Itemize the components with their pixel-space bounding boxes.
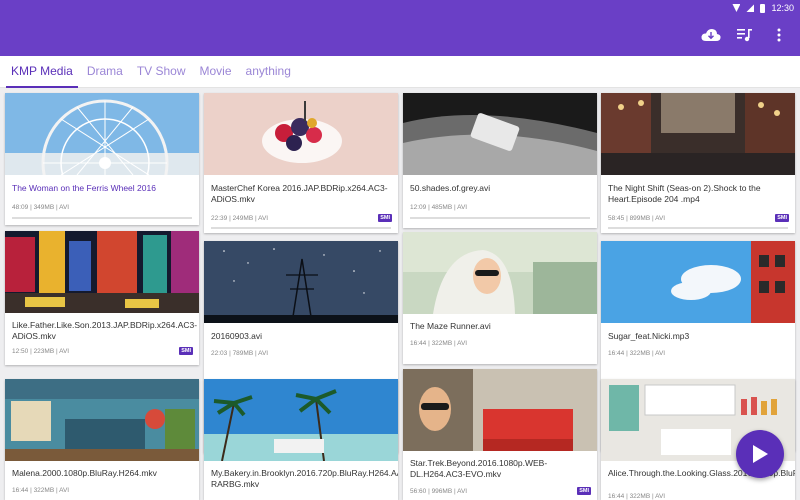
thumbnail-cafe <box>5 379 199 461</box>
app-bar <box>0 16 800 56</box>
wifi-icon <box>732 4 741 12</box>
thumbnail-woman-chair <box>403 369 597 451</box>
card-meta: 12:50 | 223MB | AVI <box>12 348 70 355</box>
media-card[interactable]: The Maze Runner.avi 16:44 | 322MB | AVI <box>403 232 597 364</box>
playlist-button[interactable] <box>734 24 756 46</box>
card-meta: 48:09 | 349MB | AVI <box>12 204 70 211</box>
thumbnail-ferris-wheel <box>5 93 199 175</box>
card-title: MasterChef Korea 2016.JAP.BDRip.x264.AC3… <box>211 183 388 204</box>
cloud-download-button[interactable] <box>700 24 722 46</box>
subtitle-badge: SMI <box>179 347 193 355</box>
card-meta: 22:03 | 789MB | AVI <box>211 350 269 357</box>
cloud-download-icon <box>701 29 721 41</box>
thumbnail-night-sky <box>204 241 398 323</box>
more-vert-icon <box>777 28 781 42</box>
progress-bar <box>12 217 192 219</box>
card-meta: 16:44 | 322MB | AVI <box>12 487 70 494</box>
card-title: My.Bakery.in.Brooklyn.2016.720p.BluRay.H… <box>211 468 398 489</box>
tab-movie[interactable]: Movie <box>193 56 239 88</box>
thumbnail-beach <box>204 379 398 461</box>
media-card[interactable]: Star.Trek.Beyond.2016.1080p.WEB-DL.H264.… <box>403 369 597 500</box>
card-meta: 16:44 | 322MB | AVI <box>410 340 468 347</box>
subtitle-badge: SMI <box>775 214 789 222</box>
thumbnail-street <box>601 93 795 175</box>
card-title: 50.shades.of.grey.avi <box>410 183 491 193</box>
progress-bar <box>410 217 590 219</box>
card-title: Sugar_feat.Nicki.mp3 <box>608 331 690 341</box>
thumbnail-sky-building <box>601 241 795 323</box>
media-card[interactable]: Like.Father.Like.Son.2013.JAP.BDRip.x264… <box>5 231 199 365</box>
signal-icon <box>746 4 755 12</box>
thumbnail-woman-car <box>403 232 597 314</box>
play-fab[interactable] <box>736 430 784 478</box>
card-meta: 56:60 | 996MB | AVI <box>410 488 468 495</box>
card-title: The Woman on the Ferris Wheel 2016 <box>12 183 156 193</box>
media-card[interactable]: MasterChef Korea 2016.JAP.BDRip.x264.AC3… <box>204 93 398 233</box>
tab-drama[interactable]: Drama <box>80 56 130 88</box>
battery-icon <box>760 3 766 13</box>
thumbnail-times-square <box>5 231 199 313</box>
card-meta: 22:39 | 249MB | AVI <box>211 215 269 222</box>
media-card[interactable]: My.Bakery.in.Brooklyn.2016.720p.BluRay.H… <box>204 379 398 500</box>
card-title: Star.Trek.Beyond.2016.1080p.WEB-DL.H264.… <box>410 458 548 479</box>
card-title: Like.Father.Like.Son.2013.JAP.BDRip.x264… <box>12 320 198 341</box>
card-meta: 12:09 | 485MB | AVI <box>410 204 468 211</box>
tab-anything[interactable]: anything <box>239 56 298 88</box>
status-bar: 12:30 <box>0 0 800 16</box>
tab-tv-show[interactable]: TV Show <box>130 56 193 88</box>
card-meta: 16:44 | 322MB | AVI <box>608 350 666 357</box>
tab-bar: KMP Media Drama TV Show Movie anything <box>0 56 800 88</box>
progress-bar <box>608 227 788 229</box>
subtitle-badge: SMI <box>577 487 591 495</box>
playlist-icon <box>737 29 752 42</box>
media-card[interactable]: 50.shades.of.grey.avi 12:09 | 485MB | AV… <box>403 93 597 228</box>
media-grid: The Woman on the Ferris Wheel 2016 48:09… <box>0 88 800 500</box>
progress-bar <box>211 227 391 229</box>
play-icon <box>753 445 768 463</box>
thumbnail-fruit-bowl <box>204 93 398 175</box>
card-meta: 16:44 | 322MB | AVI <box>608 493 666 500</box>
card-meta: 58:45 | 899MB | AVI <box>608 215 666 222</box>
thumbnail-phone <box>403 93 597 175</box>
card-title: The Night Shift (Seas-on 2).Shock to the… <box>608 183 761 204</box>
media-card[interactable]: Malena.2000.1080p.BluRay.H264.mkv 16:44 … <box>5 379 199 500</box>
more-options-button[interactable] <box>768 24 790 46</box>
card-title: 20160903.avi <box>211 331 263 341</box>
card-title: Malena.2000.1080p.BluRay.H264.mkv <box>12 468 157 478</box>
status-time: 12:30 <box>771 3 794 13</box>
tab-kmp-media[interactable]: KMP Media <box>4 56 80 88</box>
card-title: The Maze Runner.avi <box>410 321 491 331</box>
subtitle-badge: SMI <box>378 214 392 222</box>
media-card[interactable]: The Woman on the Ferris Wheel 2016 48:09… <box>5 93 199 225</box>
media-card[interactable]: The Night Shift (Seas-on 2).Shock to the… <box>601 93 795 233</box>
